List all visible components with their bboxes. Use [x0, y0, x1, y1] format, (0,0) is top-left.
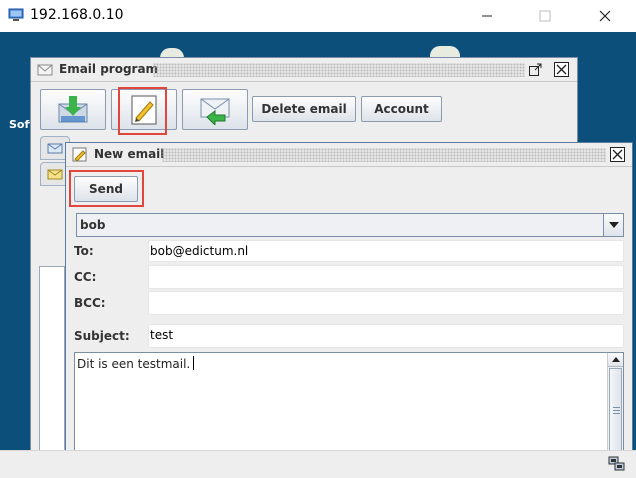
close-frame-icon[interactable]	[610, 147, 625, 162]
maximize-icon	[539, 10, 551, 22]
send-highlight	[69, 170, 144, 207]
envelope-icon	[37, 64, 53, 76]
new-email-window: New email Send bob To: bob@edictum.nl CC…	[65, 142, 633, 456]
delete-email-button[interactable]: Delete email	[252, 96, 356, 122]
bcc-field[interactable]	[148, 291, 624, 315]
titlebar-grip	[162, 148, 606, 162]
text-caret	[193, 356, 195, 370]
scroll-up-button[interactable]	[608, 353, 623, 367]
subject-field[interactable]: test	[148, 324, 624, 348]
email-body-textarea[interactable]: Dit is een testmail.	[74, 352, 624, 456]
maximize-button[interactable]	[522, 0, 568, 32]
close-icon	[599, 10, 611, 22]
remote-desktop-icon	[8, 8, 24, 21]
cc-label: CC:	[74, 270, 97, 284]
status-bar	[0, 450, 636, 478]
mail-icon	[47, 169, 63, 180]
mail-list-pane[interactable]	[39, 266, 65, 451]
reply-envelope-icon	[200, 98, 230, 125]
window-title: 192.168.0.10	[30, 7, 124, 23]
cc-field[interactable]	[148, 265, 624, 289]
scroll-thumb[interactable]	[609, 368, 622, 454]
reply-email-button[interactable]	[182, 89, 248, 130]
close-button[interactable]	[582, 0, 628, 32]
arrow-up-icon	[611, 357, 620, 362]
vertical-scrollbar[interactable]	[607, 353, 623, 455]
bcc-label: BCC:	[74, 296, 106, 310]
download-mail-icon	[58, 95, 88, 122]
account-select[interactable]: bob	[76, 213, 624, 237]
subject-label: Subject:	[74, 329, 130, 343]
new-email-title: New email	[94, 147, 169, 161]
to-field[interactable]: bob@edictum.nl	[148, 240, 624, 262]
close-frame-icon[interactable]	[554, 62, 569, 77]
email-body-text: Dit is een testmail.	[77, 356, 195, 371]
window-titlebar: 192.168.0.10	[0, 0, 636, 32]
new-email-titlebar[interactable]: New email	[66, 143, 632, 167]
pencil-note-icon	[72, 147, 87, 162]
network-monitor-icon[interactable]	[608, 455, 626, 473]
account-button[interactable]: Account	[361, 96, 442, 122]
minimize-button[interactable]	[464, 0, 510, 32]
minimize-icon	[482, 15, 492, 17]
account-selected-value: bob	[80, 218, 106, 232]
receive-mail-button[interactable]	[40, 89, 106, 130]
email-program-titlebar[interactable]: Email program	[31, 58, 577, 82]
mail-icon	[47, 143, 63, 154]
float-window-icon[interactable]	[528, 62, 543, 77]
compose-highlight	[118, 87, 167, 135]
titlebar-grip	[153, 63, 525, 77]
email-program-title: Email program	[59, 62, 163, 76]
chevron-down-icon[interactable]	[603, 214, 623, 236]
to-label: To:	[74, 244, 94, 258]
